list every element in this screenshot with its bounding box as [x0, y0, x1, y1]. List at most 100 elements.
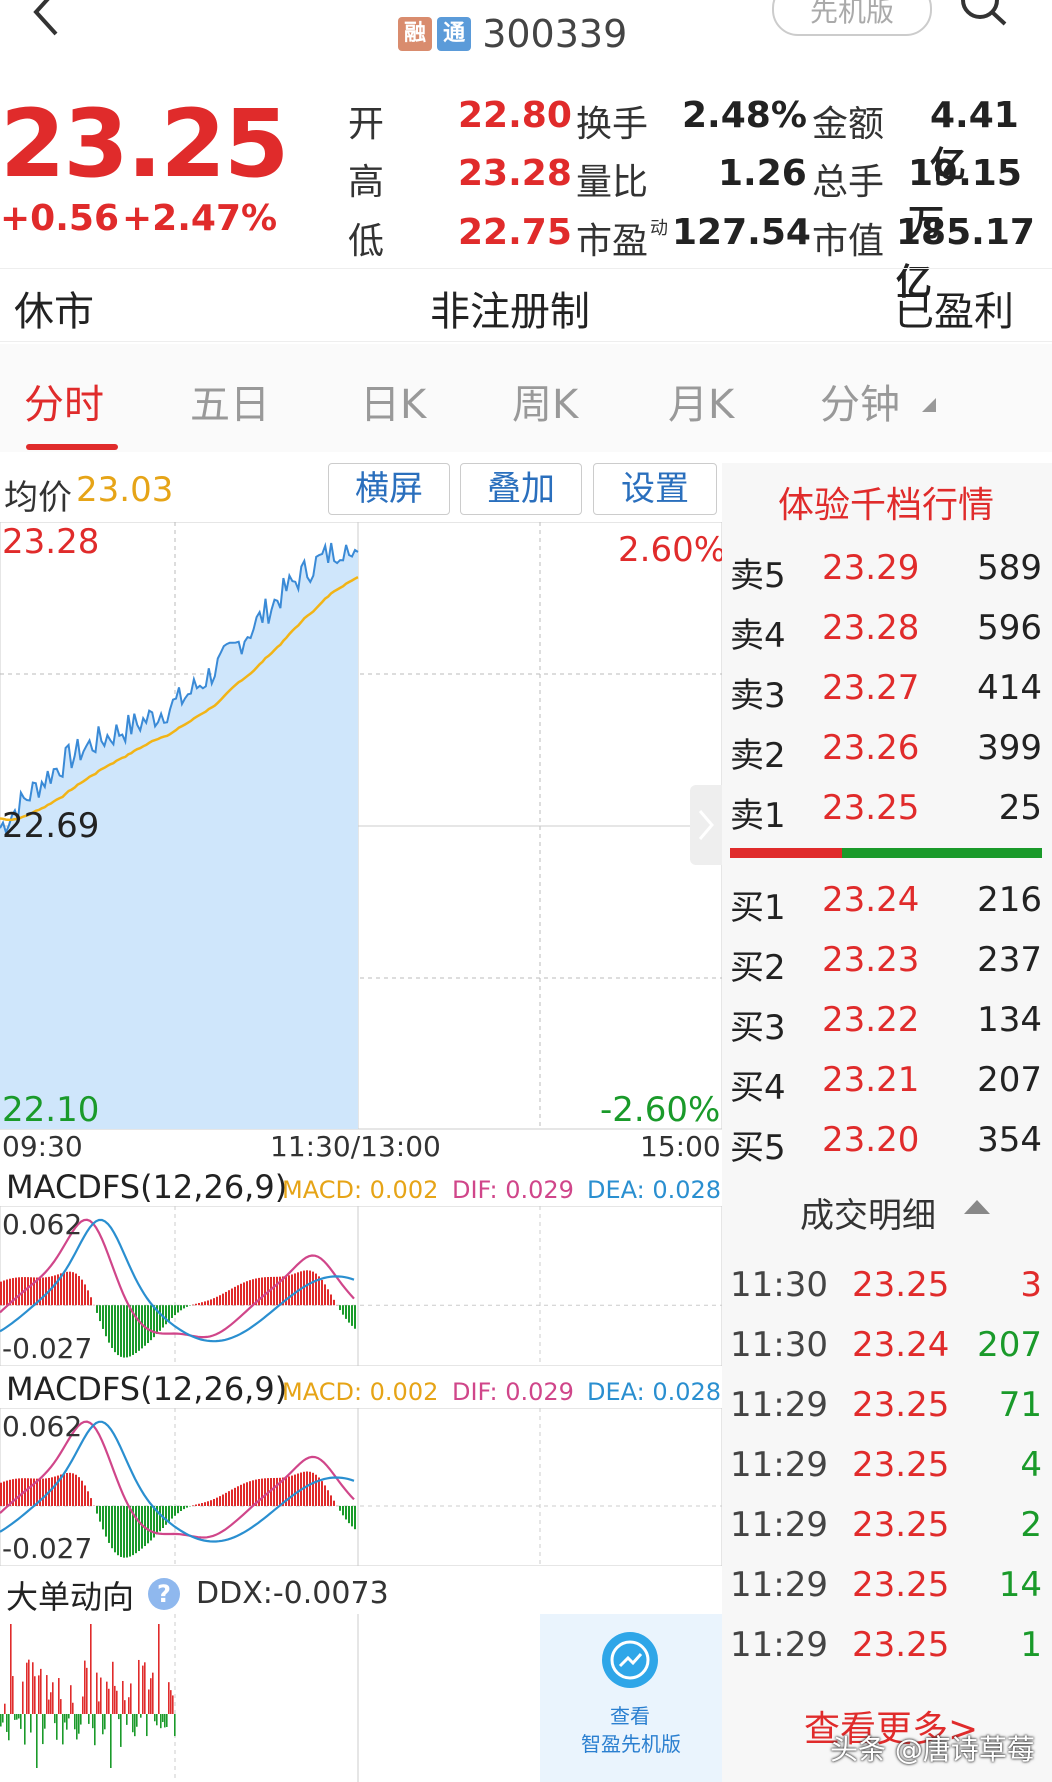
- macd-bar: [354, 1305, 356, 1329]
- low-label: 低: [348, 221, 385, 262]
- macd-bar: [45, 1277, 47, 1306]
- macd-bar: [288, 1476, 290, 1506]
- expand-right-handle[interactable]: [690, 785, 722, 865]
- macd-bar: [54, 1476, 56, 1506]
- settings-button[interactable]: 设置: [593, 463, 717, 515]
- macd-bar: [114, 1505, 116, 1553]
- macd-bar: [135, 1305, 137, 1354]
- trade-volume: 71: [998, 1385, 1042, 1425]
- ddx-bar: [34, 1676, 36, 1714]
- ddx-help-button[interactable]: ?: [148, 1578, 180, 1610]
- depth-upgrade-link[interactable]: 体验千档行情: [778, 476, 994, 528]
- macd-bar: [180, 1505, 182, 1512]
- trade-time: 11:30: [730, 1325, 828, 1365]
- ddx-bar: [144, 1662, 146, 1714]
- ddx-bar: [16, 1714, 18, 1720]
- macd1-chart[interactable]: [0, 1206, 722, 1366]
- macd1-header[interactable]: MACDFS(12,26,9) MACD: 0.002 DIF: 0.029 D…: [0, 1168, 722, 1206]
- macd-bar: [123, 1305, 125, 1358]
- trade-time: 11:30: [730, 1265, 828, 1305]
- ask-volume: 589: [977, 548, 1042, 588]
- ask-row[interactable]: 卖1 23.25 25: [730, 788, 1042, 840]
- ddx-bar: [170, 1690, 172, 1714]
- turnover-value: 2.48%: [682, 95, 807, 136]
- macd2-header[interactable]: MACDFS(12,26,9) MACD: 0.002 DIF: 0.029 D…: [0, 1370, 722, 1408]
- bid-ask-ratio-bar: [730, 848, 1042, 858]
- ask-price: 23.26: [822, 728, 920, 768]
- ddx-bar: [38, 1675, 40, 1714]
- macd-bar: [291, 1475, 293, 1506]
- macd-bar: [345, 1505, 347, 1520]
- tab-minute[interactable]: 分钟: [820, 372, 900, 430]
- ddx-bar: [24, 1714, 26, 1745]
- macd-bar: [321, 1481, 323, 1506]
- search-button[interactable]: [955, 0, 1015, 40]
- tab-five-day[interactable]: 五日: [190, 372, 270, 430]
- bid-row[interactable]: 买1 23.24 216: [730, 880, 1042, 932]
- ddx-bar: [82, 1696, 84, 1714]
- overlay-button[interactable]: 叠加: [460, 463, 582, 515]
- trade-time: 11:29: [730, 1625, 828, 1665]
- trade-row: 11:29 23.25 71: [730, 1385, 1042, 1437]
- ask-row[interactable]: 卖5 23.29 589: [730, 548, 1042, 600]
- macd-bar: [138, 1305, 140, 1351]
- macd-bar: [6, 1480, 8, 1506]
- macd-bar: [339, 1505, 341, 1511]
- ask-row[interactable]: 卖3 23.27 414: [730, 668, 1042, 720]
- ddx-bar: [14, 1714, 16, 1720]
- avg-price-label: 均价: [4, 478, 72, 518]
- macd-bar: [78, 1276, 80, 1306]
- bid-row[interactable]: 买2 23.23 237: [730, 940, 1042, 992]
- version-badge[interactable]: 先机版: [772, 0, 932, 36]
- macd-bar: [234, 1487, 236, 1506]
- macd-bar: [198, 1302, 200, 1306]
- landscape-button[interactable]: 横屏: [328, 463, 450, 515]
- bid-volume: 354: [977, 1120, 1042, 1160]
- ddx-bar: [78, 1714, 80, 1734]
- macd-bar: [15, 1277, 17, 1306]
- back-button[interactable]: [18, 0, 68, 40]
- macd-bar: [354, 1505, 356, 1530]
- tab-intraday[interactable]: 分时: [24, 372, 104, 430]
- macd-bar: [90, 1297, 92, 1306]
- tab-active-indicator: [26, 444, 118, 450]
- ask-row[interactable]: 卖4 23.28 596: [730, 608, 1042, 660]
- bid-row[interactable]: 买4 23.21 207: [730, 1060, 1042, 1112]
- bid-row[interactable]: 买5 23.20 354: [730, 1120, 1042, 1172]
- macd-bar: [87, 1491, 89, 1506]
- macd-bar: [69, 1472, 71, 1506]
- ddx-bar: [80, 1714, 82, 1725]
- macd2-chart[interactable]: [0, 1408, 722, 1566]
- ddx-bar: [74, 1714, 76, 1730]
- pe-sup: 动: [650, 218, 668, 239]
- trade-time: 11:29: [730, 1385, 828, 1425]
- macd-bar: [165, 1305, 167, 1325]
- macd-bar: [204, 1301, 206, 1306]
- intraday-chart[interactable]: [0, 522, 722, 1130]
- ddx-bar: [138, 1659, 140, 1714]
- macd-bar: [150, 1505, 152, 1541]
- status-band: 休市 非注册制 已盈利: [0, 268, 1052, 342]
- macd-bar: [27, 1478, 29, 1506]
- ddx-bar: [172, 1695, 174, 1714]
- promo-line1: 查看: [610, 1704, 650, 1728]
- trade-price: 23.25: [852, 1265, 950, 1305]
- bid-row[interactable]: 买3 23.22 134: [730, 1000, 1042, 1052]
- macd-bar: [261, 1277, 263, 1306]
- ask-row[interactable]: 卖2 23.26 399: [730, 728, 1042, 780]
- ddx-bar: [56, 1714, 58, 1740]
- margin-tag: 融: [398, 17, 432, 51]
- ask-label: 卖3: [730, 676, 786, 716]
- ddx-bar: [102, 1714, 104, 1735]
- tab-weekly-k[interactable]: 周K: [512, 372, 578, 430]
- macd-bar: [192, 1505, 194, 1506]
- macd-bar: [228, 1290, 230, 1306]
- macd-bar: [69, 1271, 71, 1306]
- macd-bar: [75, 1474, 77, 1506]
- trades-header[interactable]: 成交明细: [722, 1180, 1052, 1244]
- promo-panel[interactable]: 查看 智盈先机版: [540, 1614, 722, 1782]
- tab-daily-k[interactable]: 日K: [360, 372, 426, 430]
- tab-monthly-k[interactable]: 月K: [668, 372, 734, 430]
- macd-bar: [225, 1291, 227, 1306]
- open-value: 22.80: [458, 95, 572, 136]
